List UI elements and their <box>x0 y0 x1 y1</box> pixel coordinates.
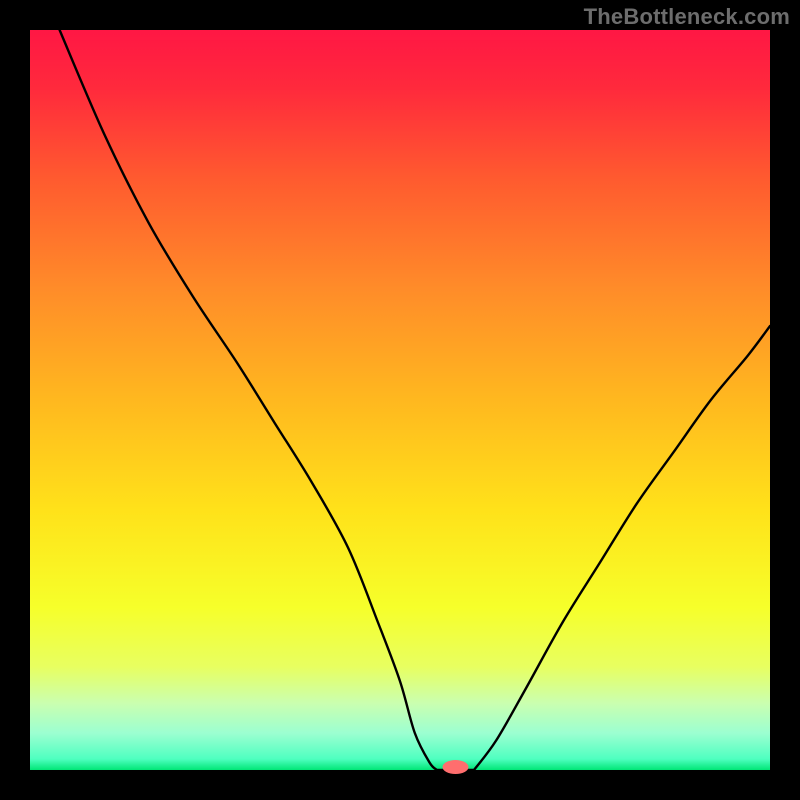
bottleneck-chart <box>0 0 800 800</box>
plot-background <box>30 30 770 770</box>
optimal-point-marker <box>443 760 469 774</box>
watermark-text: TheBottleneck.com <box>584 4 790 30</box>
chart-frame: TheBottleneck.com <box>0 0 800 800</box>
